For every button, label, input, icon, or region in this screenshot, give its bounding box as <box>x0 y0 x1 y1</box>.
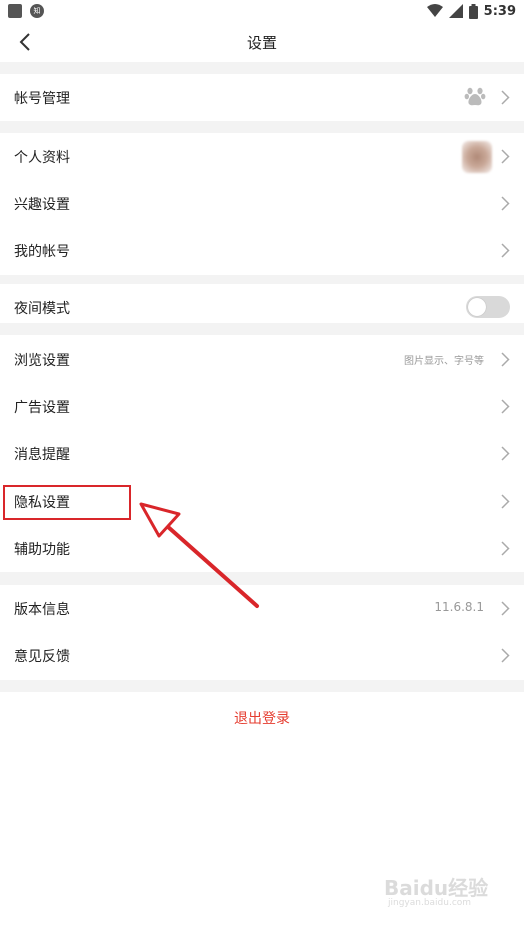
logout-button[interactable]: 退出登录 <box>0 708 524 728</box>
night-mode-label: 夜间模式 <box>14 301 70 317</box>
app-notification-icon: 知 <box>30 4 44 18</box>
baidu-watermark: Baidu经验 jingyan.baidu.com <box>384 872 494 912</box>
section-divider <box>0 680 524 692</box>
signal-icon <box>448 4 463 18</box>
interest-settings-row[interactable]: 兴趣设置 <box>0 180 524 227</box>
clock-time: 5:39 <box>483 3 516 19</box>
chevron-right-icon <box>501 494 510 509</box>
chevron-right-icon <box>501 149 510 164</box>
chevron-right-icon <box>501 196 510 211</box>
browse-settings-label: 浏览设置 <box>14 353 70 369</box>
my-account-row[interactable]: 我的帐号 <box>0 227 524 274</box>
night-mode-toggle[interactable] <box>466 296 510 318</box>
section-divider <box>0 121 524 133</box>
feedback-row[interactable]: 意见反馈 <box>0 632 524 679</box>
avatar <box>462 141 492 173</box>
chevron-right-icon <box>501 243 510 258</box>
account-management-row[interactable]: 帐号管理 <box>0 74 524 121</box>
chevron-right-icon <box>501 352 510 367</box>
status-bar: 知 5:39 <box>0 0 524 22</box>
page-title: 设置 <box>246 34 277 52</box>
wifi-icon <box>426 4 443 17</box>
annotation-highlight-box <box>3 485 131 520</box>
status-icons: 5:39 <box>426 2 516 20</box>
chevron-right-icon <box>501 90 510 105</box>
app-header: 设置 <box>0 22 524 62</box>
feedback-label: 意见反馈 <box>14 649 70 665</box>
interest-settings-label: 兴趣设置 <box>14 197 70 213</box>
profile-label: 个人资料 <box>14 150 70 166</box>
browse-settings-row[interactable]: 浏览设置 图片显示、字号等 <box>0 336 524 383</box>
ad-settings-label: 广告设置 <box>14 400 70 416</box>
ad-settings-row[interactable]: 广告设置 <box>0 383 524 430</box>
watermark-logo-text: Baidu经验 <box>384 876 489 900</box>
notification-settings-label: 消息提醒 <box>14 447 70 463</box>
chevron-right-icon <box>501 399 510 414</box>
toggle-knob <box>468 298 486 316</box>
watermark-url: jingyan.baidu.com <box>388 898 472 908</box>
version-number: 11.6.8.1 <box>434 600 484 614</box>
section-divider <box>0 323 524 335</box>
profile-row[interactable]: 个人资料 <box>0 133 524 180</box>
battery-icon <box>468 3 478 19</box>
my-account-label: 我的帐号 <box>14 244 70 260</box>
annotation-arrow-icon <box>139 502 259 608</box>
chevron-right-icon <box>501 601 510 616</box>
baidu-paw-icon <box>464 87 486 106</box>
browse-settings-hint: 图片显示、字号等 <box>404 356 484 367</box>
notification-settings-row[interactable]: 消息提醒 <box>0 430 524 477</box>
account-management-label: 帐号管理 <box>14 91 70 107</box>
chevron-right-icon <box>501 541 510 556</box>
chevron-right-icon <box>501 648 510 663</box>
section-divider <box>0 62 524 74</box>
chevron-right-icon <box>501 446 510 461</box>
notification-square-icon <box>8 4 22 18</box>
accessibility-label: 辅助功能 <box>14 542 70 558</box>
section-divider <box>0 275 524 284</box>
version-info-label: 版本信息 <box>14 602 70 618</box>
